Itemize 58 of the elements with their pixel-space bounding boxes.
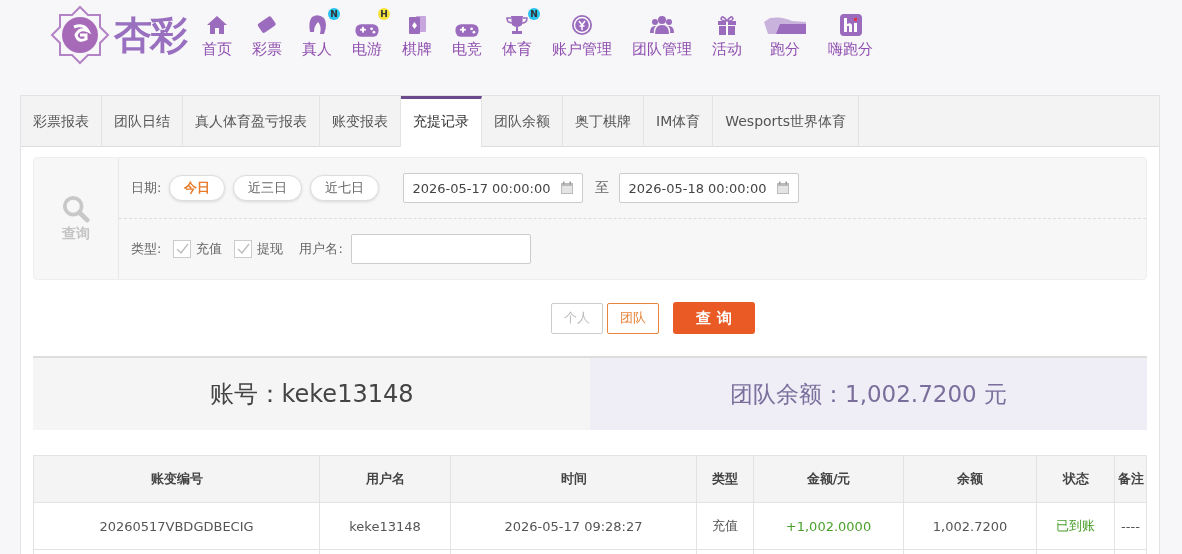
nav-item[interactable]: 团队管理	[622, 11, 702, 59]
column-header: 余额	[903, 455, 1037, 503]
query-button[interactable]: 查 询	[673, 302, 755, 334]
date-range-button[interactable]: 近三日	[233, 175, 303, 201]
username-label: 用户名:	[299, 240, 343, 258]
nav-item[interactable]: 账户管理	[542, 11, 622, 59]
report-tab[interactable]: Wesports世界体育	[713, 96, 860, 147]
badge: N	[528, 7, 540, 20]
gamepad-icon	[454, 22, 480, 38]
nav-item[interactable]: 活动	[702, 11, 752, 59]
username-field[interactable]	[350, 234, 531, 264]
table-cell: 充值	[696, 502, 754, 550]
calendar-icon	[776, 181, 791, 195]
report-tab[interactable]: IM体育	[644, 96, 714, 147]
logo-icon	[50, 5, 110, 65]
report-tab[interactable]: 奥丁棋牌	[563, 96, 644, 147]
table-cell: 已到账	[1036, 502, 1115, 550]
type-label: 类型:	[131, 240, 162, 258]
table-cell: +1,002.0000	[753, 502, 904, 550]
column-header: 账变编号	[33, 455, 320, 503]
type-checkbox[interactable]: 充值	[173, 240, 223, 258]
account-text: 账号：keke13148	[209, 379, 414, 410]
nav-item[interactable]: 嗨跑分	[818, 11, 883, 59]
badge: H	[378, 7, 390, 20]
nav-item[interactable]: 电竞	[442, 11, 492, 59]
nav-item[interactable]: 棋牌	[392, 11, 442, 59]
hi-app-icon	[837, 11, 864, 38]
table-cell: ----	[1114, 502, 1147, 550]
report-tab[interactable]: 团队日结	[102, 96, 183, 147]
table-cell: keke13148	[319, 502, 451, 550]
type-checkbox[interactable]: 提现	[234, 240, 284, 258]
to-label: 至	[595, 179, 610, 197]
report-tab[interactable]: 充提记录	[401, 96, 482, 147]
nav-item[interactable]: 跑分	[752, 11, 818, 59]
logo-text: 杏彩	[114, 11, 186, 59]
column-header: 状态	[1036, 455, 1115, 503]
report-tab[interactable]: 真人体育盈亏报表	[183, 96, 320, 147]
table-cell: 2026-05-17 09:28:27	[450, 502, 697, 550]
search-icon	[62, 194, 90, 223]
table-cell: 1,002.7200	[903, 502, 1037, 550]
column-header: 备注	[1114, 455, 1147, 503]
column-header: 类型	[696, 455, 754, 503]
team-balance-text: 团队余额：1,002.7200 元	[730, 379, 1007, 409]
date-field[interactable]: 2026-05-17 00:00:00	[403, 173, 584, 203]
date-label: 日期:	[131, 179, 162, 197]
column-header: 金额/元	[753, 455, 904, 503]
report-tab[interactable]: 团队余额	[482, 96, 563, 147]
calendar-icon	[560, 181, 575, 195]
table-cell: 20260517VBDGDBECIG	[33, 502, 320, 550]
date-range-button[interactable]: 近七日	[310, 175, 380, 201]
column-header: 用户名	[319, 455, 451, 503]
badge: N	[328, 7, 340, 20]
nav-item[interactable]: 彩票	[242, 11, 292, 59]
date-field[interactable]: 2026-05-18 00:00:00	[619, 173, 800, 203]
nav-item[interactable]: 首页	[192, 11, 242, 59]
column-header: 时间	[450, 455, 697, 503]
gamepad-icon	[354, 22, 380, 38]
report-tab[interactable]: 彩票报表	[21, 96, 102, 147]
